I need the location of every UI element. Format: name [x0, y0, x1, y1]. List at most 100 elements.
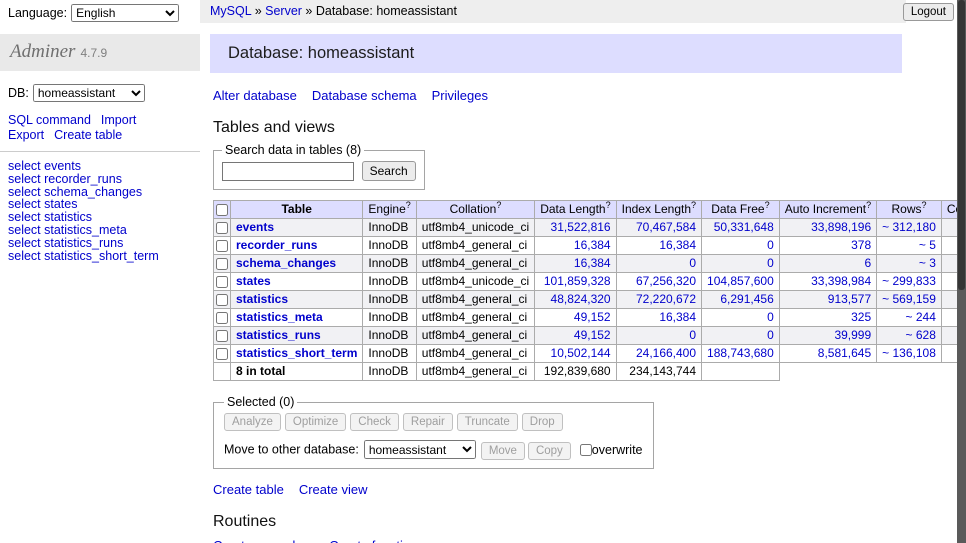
data-free-link[interactable]: 188,743,680 [707, 346, 774, 360]
rows-link[interactable]: ~ 244 [906, 310, 936, 324]
logout-button[interactable]: Logout [903, 3, 954, 21]
copy-button[interactable]: Copy [528, 442, 571, 460]
data-free-link[interactable]: 0 [767, 328, 774, 342]
move-db-select[interactable]: homeassistant [364, 440, 476, 459]
data-length-link[interactable]: 48,824,320 [551, 292, 611, 306]
data-free-link[interactable]: 104,857,600 [707, 274, 774, 288]
search-input[interactable] [222, 162, 354, 181]
selected-button-repair[interactable]: Repair [403, 413, 453, 431]
index-length-link[interactable]: 0 [689, 328, 696, 342]
row-checkbox-states[interactable] [216, 276, 228, 288]
scrollbar-thumb[interactable] [958, 0, 965, 290]
auto-increment-link[interactable]: 39,999 [834, 328, 871, 342]
select-all-checkbox[interactable] [216, 204, 228, 216]
data-length-link[interactable]: 101,859,328 [544, 274, 611, 288]
total-cell-0 [214, 363, 231, 381]
data-free-link[interactable]: 0 [767, 238, 774, 252]
table-link-events[interactable]: events [236, 220, 274, 234]
data-length-link[interactable]: 31,522,816 [551, 220, 611, 234]
index-length-cell: 72,220,672 [616, 291, 701, 309]
table-link-statistics-meta[interactable]: statistics_meta [236, 310, 323, 324]
index-length-link[interactable]: 16,384 [659, 310, 696, 324]
data-free-cell: 50,331,648 [702, 219, 780, 237]
auto-increment-link[interactable]: 378 [851, 238, 871, 252]
table-link-recorder-runs[interactable]: recorder_runs [236, 238, 317, 252]
selected-button-check[interactable]: Check [350, 413, 399, 431]
data-free-link[interactable]: 0 [767, 256, 774, 270]
search-button[interactable]: Search [362, 161, 416, 181]
action-link-alter-database[interactable]: Alter database [213, 88, 297, 103]
auto-increment-link[interactable]: 33,398,984 [811, 274, 871, 288]
selected-button-drop[interactable]: Drop [522, 413, 563, 431]
data-free-link[interactable]: 6,291,456 [720, 292, 773, 306]
sidebar-action-sql-command[interactable]: SQL command [8, 113, 91, 127]
rows-link[interactable]: ~ 628 [906, 328, 936, 342]
breadcrumb-link-mysql[interactable]: MySQL [210, 4, 251, 18]
sidebar-table-link-select-events[interactable]: select events [8, 160, 192, 173]
row-checkbox-recorder-runs[interactable] [216, 240, 228, 252]
table-link-statistics[interactable]: statistics [236, 292, 288, 306]
index-length-link[interactable]: 16,384 [659, 238, 696, 252]
data-free-link[interactable]: 0 [767, 310, 774, 324]
selected-button-truncate[interactable]: Truncate [457, 413, 518, 431]
routine-link-create-procedure[interactable]: Create procedure [213, 538, 314, 543]
language-select[interactable]: English [71, 4, 179, 22]
selected-button-optimize[interactable]: Optimize [285, 413, 346, 431]
selected-button-analyze[interactable]: Analyze [224, 413, 281, 431]
move-button[interactable]: Move [481, 442, 525, 460]
rows-link[interactable]: ~ 299,833 [882, 274, 936, 288]
rows-link[interactable]: ~ 136,108 [882, 346, 936, 360]
sidebar-table-link-select-statistics-runs[interactable]: select statistics_runs [8, 237, 192, 250]
table-link-statistics-runs[interactable]: statistics_runs [236, 328, 321, 342]
sidebar-action-import[interactable]: Import [101, 113, 136, 127]
index-length-link[interactable]: 72,220,672 [636, 292, 696, 306]
row-checkbox-statistics-meta[interactable] [216, 312, 228, 324]
breadcrumb-link-server[interactable]: Server [265, 4, 302, 18]
table-name-cell: statistics_runs [231, 327, 363, 345]
sidebar-table-link-select-statistics-short-term[interactable]: select statistics_short_term [8, 250, 192, 263]
adminer-page: Language:English MySQL » Server » Databa… [0, 0, 966, 543]
auto-increment-link[interactable]: 913,577 [828, 292, 871, 306]
row-checkbox-statistics-short-term[interactable] [216, 348, 228, 360]
index-length-link[interactable]: 70,467,584 [636, 220, 696, 234]
data-length-link[interactable]: 49,152 [574, 328, 611, 342]
index-length-link[interactable]: 0 [689, 256, 696, 270]
sidebar-action-export[interactable]: Export [8, 128, 44, 142]
data-length-cell: 101,859,328 [535, 273, 616, 291]
sidebar-table-link-select-statistics-meta[interactable]: select statistics_meta [8, 224, 192, 237]
rows-link[interactable]: ~ 569,159 [882, 292, 936, 306]
rows-link[interactable]: ~ 3 [919, 256, 936, 270]
table-link-schema-changes[interactable]: schema_changes [236, 256, 336, 270]
data-length-link[interactable]: 16,384 [574, 238, 611, 252]
auto-increment-link[interactable]: 6 [864, 256, 871, 270]
rows-link[interactable]: ~ 5 [919, 238, 936, 252]
action-link-privileges[interactable]: Privileges [432, 88, 488, 103]
row-checkbox-events[interactable] [216, 222, 228, 234]
overwrite-checkbox[interactable] [580, 444, 592, 456]
column-header-auto-increment: Auto Increment? [779, 201, 876, 219]
vertical-scrollbar[interactable] [957, 0, 966, 543]
data-length-link[interactable]: 10,502,144 [551, 346, 611, 360]
data-length-link[interactable]: 49,152 [574, 310, 611, 324]
table-link-statistics-short-term[interactable]: statistics_short_term [236, 346, 357, 360]
total-cell-2: InnoDB [363, 363, 416, 381]
row-checkbox-schema-changes[interactable] [216, 258, 228, 270]
sidebar-action-create-table[interactable]: Create table [54, 128, 122, 142]
auto-increment-link[interactable]: 33,898,196 [811, 220, 871, 234]
data-free-link[interactable]: 50,331,648 [714, 220, 774, 234]
create-link-create-table[interactable]: Create table [213, 482, 284, 497]
rows-link[interactable]: ~ 312,180 [882, 220, 936, 234]
index-length-link[interactable]: 67,256,320 [636, 274, 696, 288]
data-length-link[interactable]: 16,384 [574, 256, 611, 270]
row-checkbox-statistics-runs[interactable] [216, 330, 228, 342]
auto-increment-link[interactable]: 8,581,645 [818, 346, 871, 360]
action-link-database-schema[interactable]: Database schema [312, 88, 417, 103]
auto-increment-link[interactable]: 325 [851, 310, 871, 324]
table-link-states[interactable]: states [236, 274, 271, 288]
create-link-create-view[interactable]: Create view [299, 482, 368, 497]
db-select[interactable]: homeassistant [33, 84, 145, 102]
routine-link-create-function[interactable]: Create function [329, 538, 417, 543]
index-length-link[interactable]: 24,166,400 [636, 346, 696, 360]
row-checkbox-statistics[interactable] [216, 294, 228, 306]
sidebar-table-link-select-recorder-runs[interactable]: select recorder_runs [8, 173, 192, 186]
